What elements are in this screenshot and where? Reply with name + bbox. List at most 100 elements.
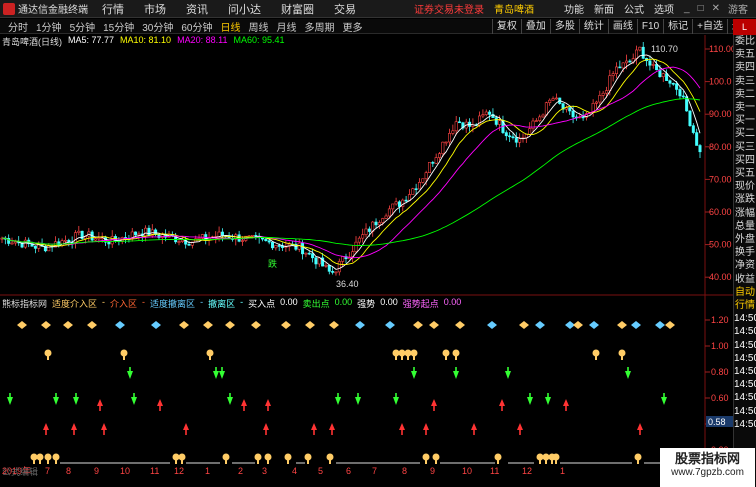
period-tab-daily[interactable]: 日线 [221,19,241,34]
tool-draw-line[interactable]: 画线 [607,18,637,34]
tool-overlay[interactable]: 叠加 [520,18,550,34]
candle-body [331,271,335,273]
period-tab-timeshare[interactable]: 分时 [8,19,28,34]
candle-body [451,130,455,134]
date-tick-label: 12 [522,466,532,476]
candle-body [581,116,585,119]
candle-body [484,111,488,115]
candle-body [274,245,278,249]
tool-f10[interactable]: F10 [636,18,663,34]
indicator-item-label: 卖出点 [302,299,330,309]
candle-body [641,46,645,59]
stock-chart-name: 青岛啤酒(日线) [2,37,62,47]
indicator-item-value: 0.00 [280,297,298,307]
period-tab-weekly[interactable]: 周线 [249,19,269,34]
candle-body [337,261,341,273]
price-tick-label: 90.00 [709,109,732,119]
candle-body [361,234,365,239]
date-tick-label: 3 [262,466,267,476]
candle-body [381,218,385,223]
period-tab-60min[interactable]: 60分钟 [181,19,212,34]
menu-item-market[interactable]: 市场 [144,1,166,17]
tool-mark[interactable]: 标记 [663,18,692,34]
menu-item-trade[interactable]: 交易 [334,1,356,17]
menu-item-quotes[interactable]: 行情 [102,1,124,17]
menu-item-formula[interactable]: 公式 [624,1,644,16]
candle-body [10,242,14,245]
candle-body [571,110,575,118]
candle-body [488,111,492,115]
date-tick-label: 4 [292,466,297,476]
candle-body [541,114,545,118]
hand-signal-stem [287,459,289,464]
side-panel-label: 涨幅 [735,207,755,219]
candle-body [217,231,221,237]
candle-body [264,238,268,242]
guest-label[interactable]: 游客 [728,1,748,16]
side-panel-label: 14:50 [734,392,756,404]
period-tab-multi[interactable]: 多周期 [305,19,335,34]
date-tick-label: 10 [462,466,472,476]
menu-item-options[interactable]: 选项 [654,1,674,16]
candle-body [311,253,315,259]
side-panel-label: 买二 [735,128,755,140]
close-icon[interactable]: ✕ [712,3,720,14]
ma-legend: 青岛啤酒(日线) MA5: 77.77 MA10: 81.10 MA20: 88… [2,35,285,48]
indicator-item-value: 0.00 [380,297,398,307]
candle-body [441,141,445,155]
candle-body [511,136,515,138]
side-panel-label: 14:50 [734,366,756,378]
price-tick-label: 110.00 [709,44,733,54]
tool-multi-stock[interactable]: 多股 [549,18,579,34]
date-tick-label: 7 [45,466,50,476]
menu-item-wealth[interactable]: 财富圈 [281,1,314,17]
kline-chart[interactable]: 110.00100.090.0080.0070.0060.0050.0040.0… [0,35,733,476]
date-tick-label: 1 [560,466,565,476]
price-tick-label: 100.0 [709,77,732,87]
period-tab-30min[interactable]: 30分钟 [142,19,173,34]
side-panel-label: 买四 [735,154,755,166]
candle-body [648,60,652,66]
period-tab-monthly[interactable]: 月线 [277,19,297,34]
menu-item-new-page[interactable]: 新面 [594,1,614,16]
indicator-tick-label: 0.60 [711,393,729,403]
period-tab-15min[interactable]: 15分钟 [103,19,134,34]
period-tab-more[interactable]: 更多 [343,19,363,34]
formula-edit-label[interactable]: 公式编辑 [2,465,38,478]
date-tick-label: 11 [490,466,499,476]
menu-item-ask[interactable]: 问小达 [228,1,261,17]
tool-statistics[interactable]: 统计 [578,18,608,34]
menu-item-news[interactable]: 资讯 [186,1,208,17]
side-panel-label: 涨跌 [735,194,755,206]
candle-body [448,133,452,143]
candle-body [611,73,615,77]
menu-item-function[interactable]: 功能 [564,1,584,16]
trade-login-notice[interactable]: 证券交易未登录 [414,1,484,16]
period-tab-5min[interactable]: 5分钟 [70,19,96,34]
side-panel-label: 14:50 [734,418,756,430]
maximize-icon[interactable]: □ [698,3,704,14]
period-tab-1min[interactable]: 1分钟 [36,19,62,34]
candle-body [604,90,608,94]
candle-body [554,97,558,100]
candle-body [180,239,184,242]
candle-body [454,121,458,132]
side-panel-label: 净资 [735,260,755,272]
candle-body [374,221,378,226]
candle-body [534,120,538,122]
corner-badge: L [733,19,756,35]
indicator-item-label: 适度介入区 [52,299,98,309]
tool-add-favorite[interactable]: +自选 [692,18,727,34]
minimize-icon[interactable]: _ [684,3,690,14]
hand-signal-stem [257,459,259,464]
candle-body [514,137,518,143]
indicator-name: 熊标指标网 [2,299,48,309]
candle-body [327,264,331,272]
hand-signal-stem [595,355,597,360]
candle-body [544,102,548,116]
ma5-value: MA5: 77.77 [68,35,115,45]
date-tick-label: 10 [120,466,130,476]
price-tick-label: 50.00 [709,240,732,250]
tool-adjust[interactable]: 复权 [491,18,521,34]
candle-body [364,228,368,235]
